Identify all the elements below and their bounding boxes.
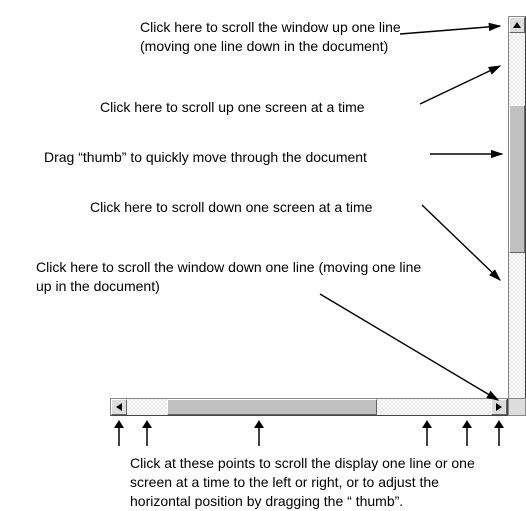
pointer-arrow-icon — [492, 420, 506, 450]
vertical-scroll-thumb[interactable] — [509, 105, 525, 253]
scroll-left-line-button[interactable] — [111, 399, 127, 415]
pointer-arrow-icon — [112, 420, 126, 450]
pointer-arrow-icon — [140, 420, 154, 450]
scroll-right-line-button[interactable] — [491, 399, 507, 415]
label-horizontal: Click at these points to scroll the disp… — [130, 454, 500, 511]
vertical-scrollbar — [508, 16, 526, 416]
label-up-screen: Click here to scroll up one screen at a … — [100, 98, 430, 117]
label-up-line: Click here to scroll the window up one l… — [140, 18, 440, 56]
label-thumb-drag: Drag “thumb” to quickly move through the… — [44, 148, 444, 167]
horizontal-scroll-track[interactable] — [127, 399, 491, 415]
diagram-stage: Click here to scroll the window up one l… — [0, 0, 526, 500]
triangle-right-icon — [496, 403, 502, 411]
scrollbar-corner — [508, 398, 526, 416]
label-down-screen: Click here to scroll down one screen at … — [90, 198, 430, 217]
vertical-scroll-track[interactable] — [509, 33, 525, 399]
pointer-arrow-icon — [460, 420, 474, 450]
triangle-left-icon — [116, 403, 122, 411]
pointer-arrow-icon — [420, 420, 434, 450]
pointer-arrow-icon — [252, 420, 266, 450]
horizontal-scrollbar — [110, 398, 508, 416]
horizontal-scroll-thumb[interactable] — [167, 399, 377, 415]
label-down-line: Click here to scroll the window down one… — [36, 258, 426, 296]
scroll-up-line-button[interactable] — [509, 17, 525, 33]
triangle-up-icon — [513, 22, 521, 28]
